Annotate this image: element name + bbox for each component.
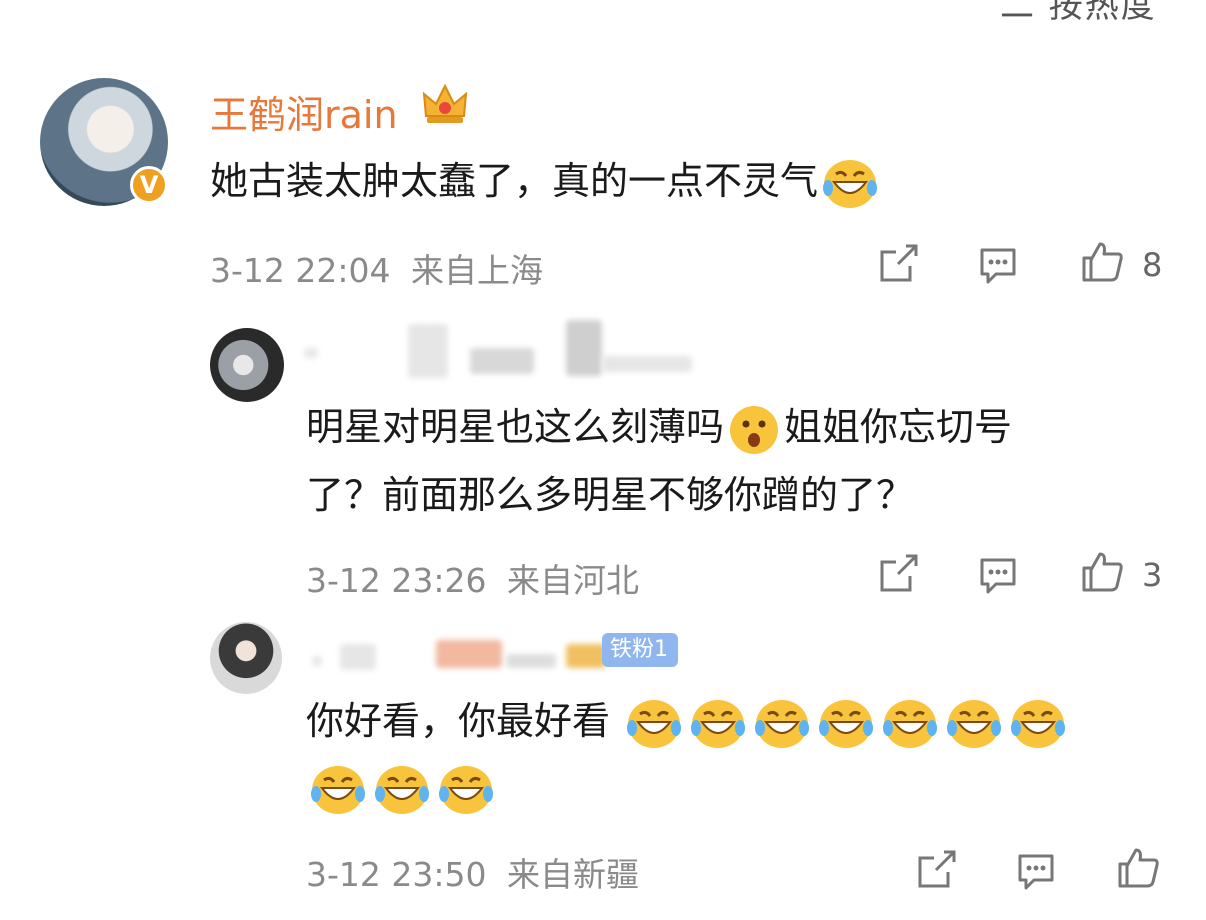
- reply-meta: 3-12 23:50 来自新疆: [306, 848, 639, 896]
- surprised-emoji: [730, 405, 779, 454]
- comment-icon[interactable]: [1014, 848, 1058, 892]
- reply-location: 来自新疆: [507, 855, 639, 894]
- like-icon[interactable]: [1080, 550, 1124, 594]
- laugh-emoji: [627, 699, 682, 748]
- reply-avatar[interactable]: [210, 622, 282, 694]
- blurred-username: [470, 348, 534, 374]
- comment-icon[interactable]: [976, 242, 1020, 286]
- reply-meta: 3-12 23:26 来自河北: [306, 554, 639, 602]
- laugh-emoji: [691, 699, 746, 748]
- reply-location: 来自河北: [507, 561, 639, 600]
- blurred-username: [566, 644, 606, 668]
- laugh-emoji: [883, 699, 938, 748]
- like-icon[interactable]: [1080, 240, 1124, 284]
- like-icon[interactable]: [1116, 846, 1160, 890]
- laugh-emoji: [755, 699, 810, 748]
- laugh-emoji: [439, 765, 493, 814]
- comment-icon[interactable]: [976, 552, 1020, 596]
- like-count: 8: [1142, 246, 1163, 284]
- blurred-username: [436, 640, 502, 668]
- laugh-emoji: [823, 159, 878, 208]
- laugh-emoji: [947, 699, 1002, 748]
- blurred-username: [304, 348, 318, 358]
- reply-text-line2: 了？前面那么多明星不够你蹭的了？: [306, 473, 915, 517]
- share-icon[interactable]: [876, 242, 920, 286]
- blurred-username: [506, 654, 556, 668]
- crown-icon: [422, 83, 468, 123]
- fan-badge: 铁粉1: [602, 633, 678, 667]
- laugh-emoji: [1011, 699, 1066, 748]
- share-icon[interactable]: [914, 848, 958, 892]
- sort-by-hot-label[interactable]: 二 按热度: [1000, 0, 1157, 27]
- blurred-username: [602, 356, 692, 372]
- blurred-username: [566, 320, 602, 376]
- comment-location: 来自上海: [411, 251, 543, 290]
- comment-time: 3-12 22:04: [210, 251, 391, 290]
- laugh-emoji: [375, 765, 429, 814]
- comment-meta: 3-12 22:04 来自上海: [210, 244, 543, 292]
- reply-emoji-row: [306, 752, 498, 822]
- blurred-username: [408, 324, 448, 378]
- laugh-emoji: [819, 699, 874, 748]
- reply-avatar[interactable]: [210, 328, 284, 402]
- laugh-emoji: [311, 765, 365, 814]
- reply-text: 你好看，你最好看: [306, 686, 1166, 756]
- comment-text: 她古装太肿太蠢了，真的一点不灵气: [210, 146, 882, 216]
- like-count: 3: [1142, 556, 1163, 594]
- blurred-username: [312, 656, 322, 666]
- blurred-username: [340, 644, 376, 670]
- share-icon[interactable]: [876, 552, 920, 596]
- username[interactable]: 王鹤润rain: [210, 84, 398, 139]
- verified-badge: V: [130, 166, 168, 204]
- reply-time: 3-12 23:26: [306, 561, 487, 600]
- reply-time: 3-12 23:50: [306, 855, 487, 894]
- reply-text: 明星对明星也这么刻薄吗 姐姐你忘切号: [306, 392, 1012, 462]
